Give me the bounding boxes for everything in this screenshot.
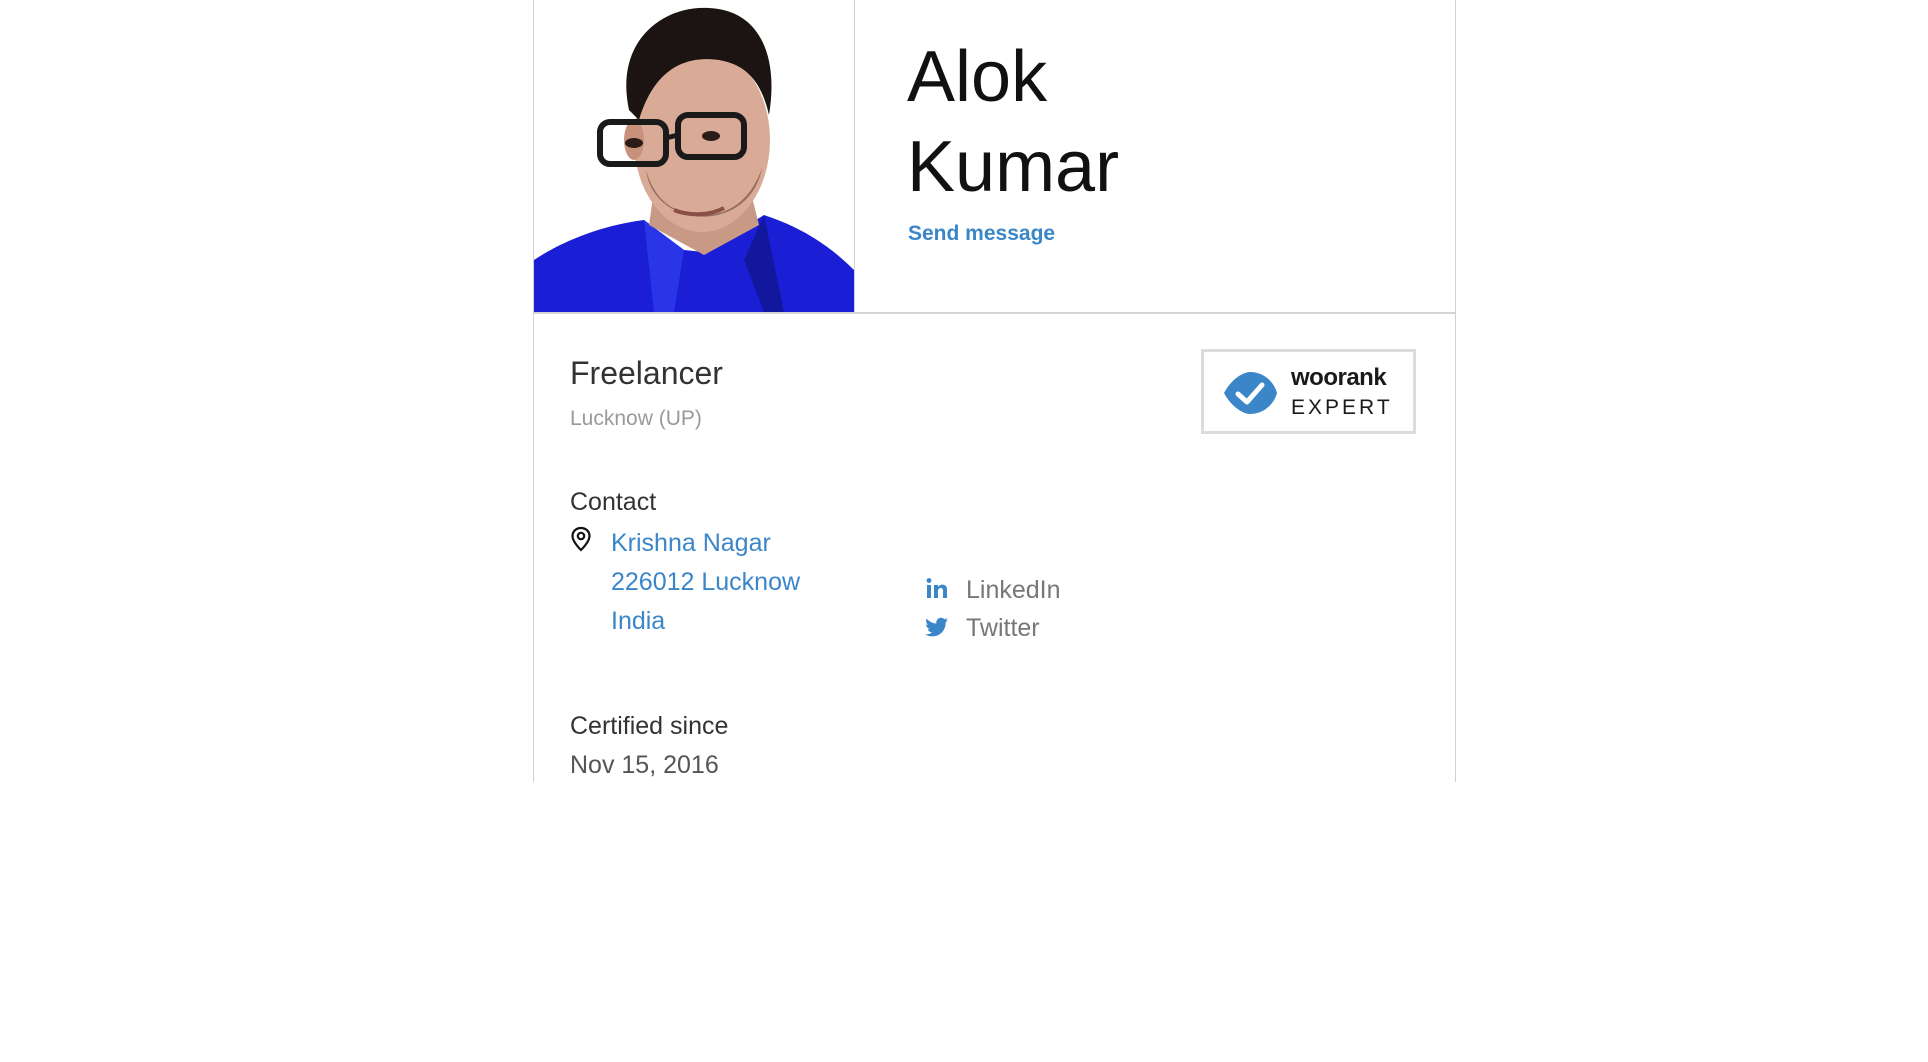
contact-heading: Contact (570, 488, 657, 516)
badge-brand: woorank (1291, 364, 1387, 391)
expert-profile-card: Alok Kumar Send message Freelancer Luckn… (533, 0, 1456, 782)
certified-date: Nov 15, 2016 (570, 751, 719, 779)
profile-header: Alok Kumar Send message (534, 0, 1455, 314)
profile-location: Lucknow (UP) (570, 407, 702, 430)
send-message-link[interactable]: Send message (908, 222, 1055, 246)
certified-heading: Certified since (570, 712, 729, 740)
location-pin-icon (571, 526, 591, 552)
profile-name: Alok Kumar (907, 32, 1119, 212)
badge-label: EXPERT (1291, 396, 1393, 419)
address-postal-city[interactable]: 226012 Lucknow (611, 563, 800, 602)
last-name: Kumar (907, 127, 1120, 207)
twitter-label: Twitter (966, 614, 1040, 642)
twitter-icon (925, 617, 948, 637)
profile-role: Freelancer (570, 355, 723, 391)
contact-address: Krishna Nagar 226012 Lucknow India (611, 524, 800, 641)
address-country[interactable]: India (611, 602, 800, 641)
linkedin-label: LinkedIn (966, 576, 1061, 604)
address-street[interactable]: Krishna Nagar (611, 524, 800, 563)
woorank-expert-badge: woorank EXPERT (1201, 349, 1416, 434)
profile-photo (534, 0, 855, 312)
first-name: Alok (907, 37, 1048, 117)
woorank-eye-icon (1224, 372, 1277, 414)
linkedin-icon (926, 578, 947, 598)
